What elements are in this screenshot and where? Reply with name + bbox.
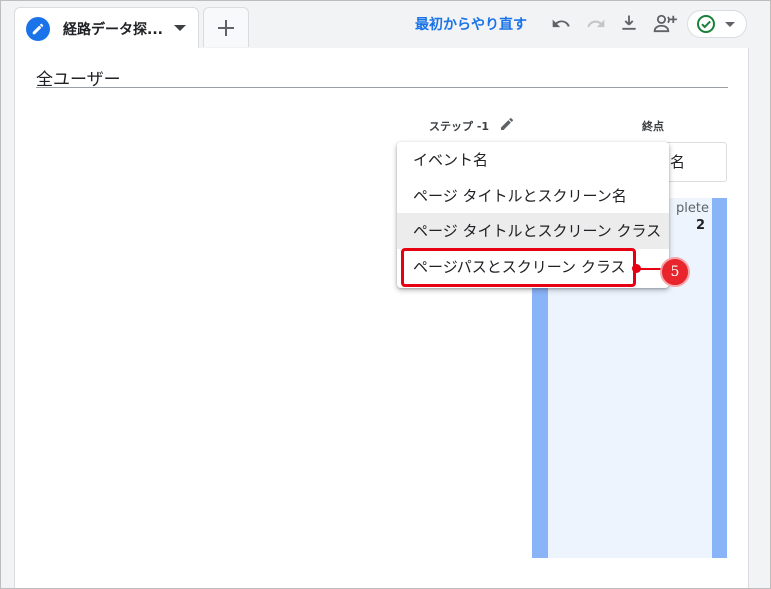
step-column-label: ステップ -1 xyxy=(429,120,490,133)
add-tab-button[interactable] xyxy=(203,7,249,47)
tab-title: 経路データ探... xyxy=(63,21,163,38)
menu-item-event-name[interactable]: イベント名 xyxy=(397,142,669,178)
chevron-down-icon xyxy=(725,22,735,27)
annotation-dot xyxy=(632,264,641,273)
end-select-value: 名 xyxy=(670,153,686,171)
plus-icon xyxy=(218,19,234,36)
download-icon[interactable] xyxy=(617,11,641,35)
undo-icon[interactable] xyxy=(549,11,573,35)
pencil-icon xyxy=(26,16,50,41)
reset-link[interactable]: 最初からやり直す xyxy=(415,14,527,34)
divider xyxy=(36,87,728,88)
share-user-icon[interactable] xyxy=(652,11,680,35)
redo-icon[interactable] xyxy=(584,11,608,35)
status-menu-button[interactable] xyxy=(687,10,747,38)
annotation-step-badge: 5 xyxy=(660,257,690,287)
chevron-down-icon[interactable] xyxy=(174,25,186,31)
node-count: 2 xyxy=(696,218,706,233)
end-column-label: 終点 xyxy=(642,120,664,133)
annotation-highlight xyxy=(401,248,636,287)
edit-pencil-icon[interactable] xyxy=(499,116,515,132)
node-bar[interactable] xyxy=(712,198,727,558)
check-circle-icon xyxy=(697,15,715,33)
node-name: plete xyxy=(676,201,709,216)
menu-item-page-title-screen-class[interactable]: ページ タイトルとスクリーン クラス xyxy=(397,213,669,249)
menu-item-page-title-screen-name[interactable]: ページ タイトルとスクリーン名 xyxy=(397,178,669,214)
exploration-tab[interactable]: 経路データ探... xyxy=(14,7,199,49)
